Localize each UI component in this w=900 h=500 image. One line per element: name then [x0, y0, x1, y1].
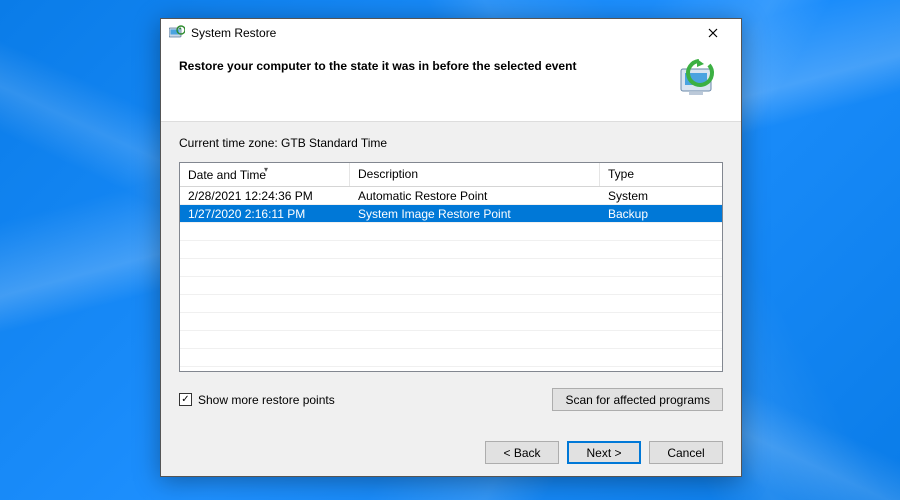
table-row[interactable]: 2/28/2021 12:24:36 PM Automatic Restore … — [180, 187, 722, 205]
table-row-empty — [180, 241, 722, 259]
back-button[interactable]: < Back — [485, 441, 559, 464]
body-panel: Current time zone: GTB Standard Time Dat… — [161, 121, 741, 429]
cancel-button[interactable]: Cancel — [649, 441, 723, 464]
table-row-empty — [180, 313, 722, 331]
table-row-empty — [180, 223, 722, 241]
table-row-empty — [180, 259, 722, 277]
sort-desc-icon: ▾ — [264, 165, 268, 174]
table-header: Date and Time▾ Description Type — [180, 163, 722, 187]
close-icon — [708, 28, 718, 38]
cell-type: Backup — [600, 207, 722, 221]
checkbox-icon: ✓ — [179, 393, 192, 406]
column-header-date[interactable]: Date and Time▾ — [180, 163, 350, 186]
column-header-type[interactable]: Type — [600, 163, 722, 186]
table-row-empty — [180, 331, 722, 349]
cell-description: System Image Restore Point — [350, 207, 600, 221]
table-row-empty — [180, 295, 722, 313]
cell-description: Automatic Restore Point — [350, 189, 600, 203]
cell-date: 1/27/2020 2:16:11 PM — [180, 207, 350, 221]
close-button[interactable] — [693, 22, 733, 44]
restore-logo-icon — [679, 59, 723, 103]
page-heading: Restore your computer to the state it wa… — [179, 59, 576, 73]
window-title: System Restore — [191, 26, 693, 40]
dialog-footer: < Back Next > Cancel — [161, 429, 741, 476]
timezone-label: Current time zone: GTB Standard Time — [179, 136, 723, 150]
scan-affected-button[interactable]: Scan for affected programs — [552, 388, 723, 411]
restore-points-table: Date and Time▾ Description Type 2/28/202… — [179, 162, 723, 372]
below-grid-row: ✓ Show more restore points Scan for affe… — [179, 388, 723, 411]
next-button[interactable]: Next > — [567, 441, 641, 464]
column-header-date-label: Date and Time — [188, 168, 266, 182]
table-row[interactable]: 1/27/2020 2:16:11 PM System Image Restor… — [180, 205, 722, 223]
system-restore-dialog: System Restore Restore your computer to … — [160, 18, 742, 477]
table-body: 2/28/2021 12:24:36 PM Automatic Restore … — [180, 187, 722, 367]
cell-type: System — [600, 189, 722, 203]
show-more-label: Show more restore points — [198, 393, 335, 407]
table-row-empty — [180, 277, 722, 295]
system-restore-icon — [169, 25, 185, 41]
show-more-checkbox[interactable]: ✓ Show more restore points — [179, 393, 335, 407]
column-header-description[interactable]: Description — [350, 163, 600, 186]
header-strip: Restore your computer to the state it wa… — [161, 47, 741, 121]
cell-date: 2/28/2021 12:24:36 PM — [180, 189, 350, 203]
table-row-empty — [180, 349, 722, 367]
titlebar[interactable]: System Restore — [161, 19, 741, 47]
